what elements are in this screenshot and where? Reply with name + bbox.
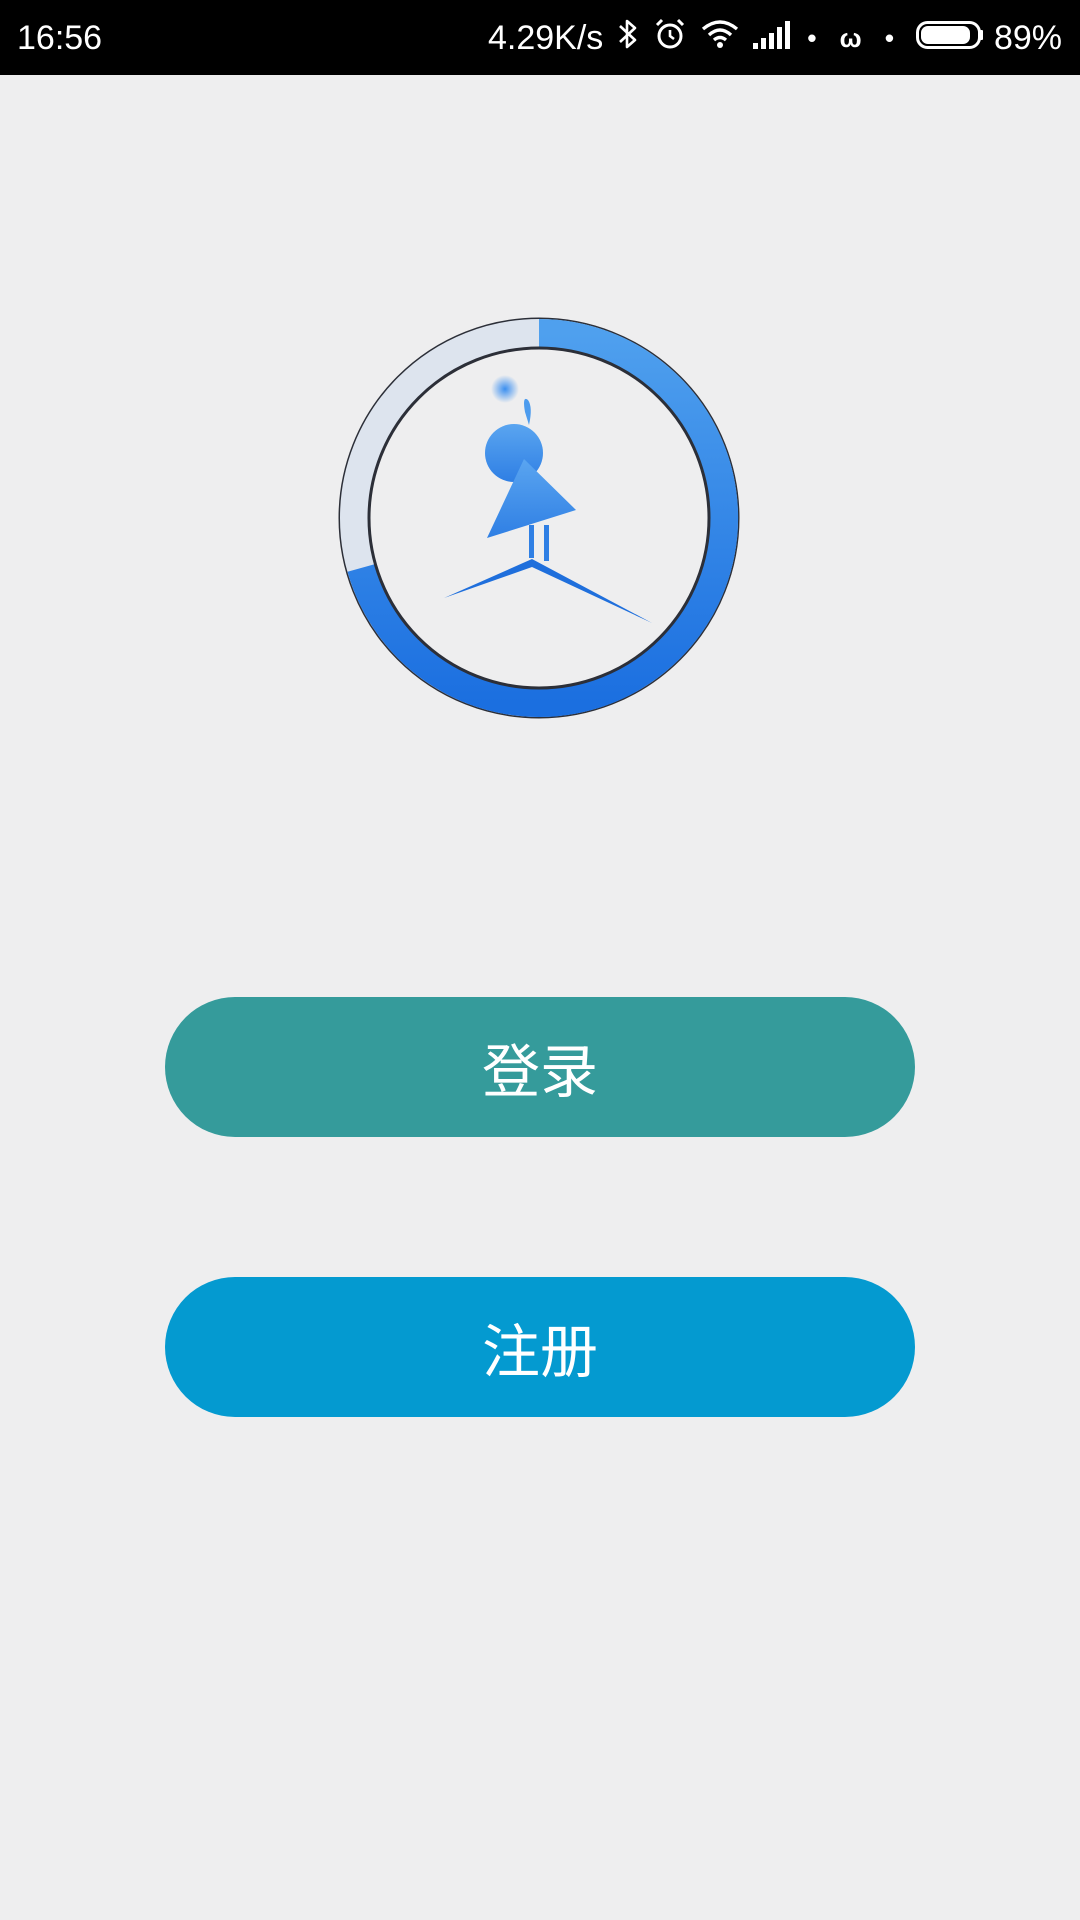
app-logo: [336, 315, 742, 721]
signal-icon: [753, 19, 793, 58]
status-bar: 16:56 4.29K/s • ω • 89%: [0, 0, 1080, 75]
login-button[interactable]: 登录: [165, 997, 915, 1137]
wifi-icon: [701, 19, 739, 58]
battery-icon: [915, 19, 984, 58]
status-icons: 4.29K/s • ω • 89%: [488, 18, 1062, 58]
main-content: 登录 注册: [0, 75, 1080, 1920]
register-button[interactable]: 注册: [165, 1277, 915, 1417]
battery-percent: 89%: [993, 18, 1062, 57]
status-dots: • ω •: [807, 22, 902, 53]
status-time: 16:56: [17, 19, 103, 57]
bluetooth-icon: [617, 17, 639, 60]
alarm-icon: [653, 17, 687, 60]
network-speed: 4.29K/s: [488, 18, 604, 57]
